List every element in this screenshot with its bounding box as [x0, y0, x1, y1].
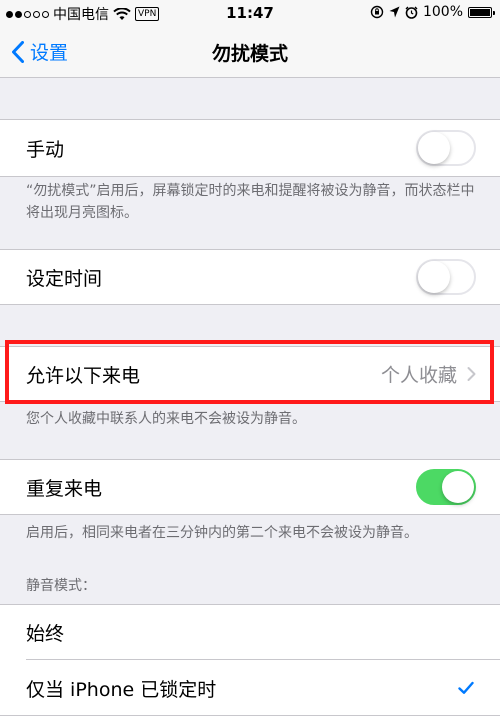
- toggle-knob: [418, 261, 450, 293]
- manual-footnote: “勿扰模式”启用后，屏幕锁定时的来电和提醒将被设为静音，而状态栏中将出现月亮图标…: [26, 183, 475, 221]
- silence-option-always[interactable]: 始终: [0, 605, 500, 660]
- silence-option-label: 始终: [26, 623, 65, 645]
- location-icon: [389, 6, 400, 18]
- checkmark-icon: [458, 681, 474, 694]
- allow-calls-cell[interactable]: 允许以下来电 个人收藏: [0, 347, 500, 401]
- manual-toggle[interactable]: [416, 130, 476, 166]
- manual-cell: 手动: [0, 120, 500, 176]
- silence-option-locked[interactable]: 仅当 iPhone 已锁定时: [0, 660, 500, 716]
- battery-percent: 100%: [422, 4, 463, 20]
- toggle-knob: [418, 132, 450, 164]
- repeated-calls-label: 重复来电: [26, 477, 103, 500]
- silence-option-label: 仅当 iPhone 已锁定时: [26, 678, 217, 701]
- scheduled-label: 设定时间: [26, 267, 103, 290]
- status-bar: 中国电信 VPN 11:47 100%: [0, 0, 500, 26]
- battery-icon: [468, 6, 495, 18]
- allow-calls-value-area: 个人收藏: [381, 361, 476, 388]
- manual-group: 手动: [0, 119, 500, 177]
- scheduled-cell: 设定时间: [0, 250, 500, 304]
- page-title: 勿扰模式: [211, 43, 288, 65]
- chevron-right-icon: [467, 367, 476, 381]
- alarm-icon: [405, 6, 418, 19]
- manual-label: 手动: [26, 138, 65, 161]
- allow-calls-group: 允许以下来电 个人收藏: [0, 346, 500, 402]
- silence-section-header: 静音模式：: [26, 578, 96, 594]
- status-right: 100%: [370, 4, 495, 20]
- repeated-calls-group: 重复来电: [0, 459, 500, 515]
- rotation-lock-icon: [370, 5, 384, 19]
- silence-options-group: 始终 仅当 iPhone 已锁定时: [0, 604, 500, 716]
- allow-calls-label: 允许以下来电: [26, 364, 141, 387]
- toggle-knob: [442, 471, 474, 503]
- navigation-bar: 设置 勿扰模式: [0, 26, 500, 78]
- allow-calls-footnote: 您个人收藏中联系人的来电不会被设为静音。: [26, 411, 306, 427]
- repeated-calls-cell: 重复来电: [0, 460, 500, 514]
- allow-calls-value: 个人收藏: [380, 364, 457, 387]
- repeated-calls-footnote: 启用后，相同来电者在三分钟内的第二个来电不会被设为静音。: [26, 525, 418, 541]
- repeated-calls-toggle[interactable]: [416, 469, 476, 505]
- scheduled-group: 设定时间: [0, 249, 500, 305]
- scheduled-toggle[interactable]: [416, 259, 476, 295]
